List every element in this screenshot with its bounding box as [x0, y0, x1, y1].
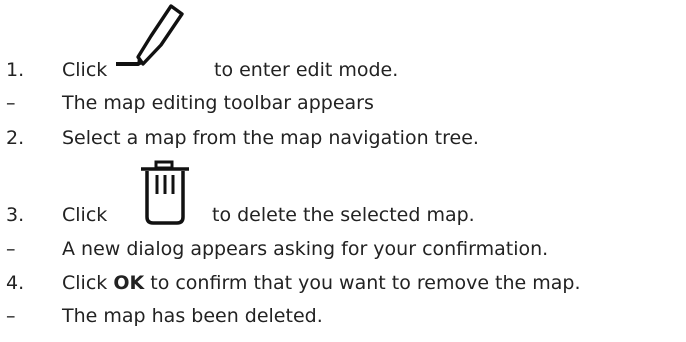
step-marker: –	[6, 92, 16, 114]
trash-bin-icon	[141, 160, 189, 225]
step-text-line: Click OK to confirm that you want to rem…	[62, 270, 581, 296]
step-text-before: Click	[62, 59, 108, 81]
step-number: 1.	[6, 59, 25, 81]
step-text: Select a map from the map navigation tre…	[62, 127, 479, 149]
step-number: 3.	[6, 204, 25, 226]
step-text: A new dialog appears asking for your con…	[62, 238, 549, 260]
step-text-before: Click	[62, 204, 108, 226]
step-number: 2.	[6, 127, 25, 149]
step-text-after: to delete the selected map.	[212, 204, 475, 226]
instruction-page: { "steps": [ {"marker": "1.", "before": …	[0, 0, 686, 342]
ok-label: OK	[113, 272, 145, 294]
step-text-before: Click	[62, 272, 108, 294]
step-number: 4.	[6, 272, 25, 294]
pencil-edit-icon	[116, 4, 184, 66]
step-text-after: to confirm that you want to remove the m…	[150, 272, 581, 294]
step-text-after: to enter edit mode.	[214, 59, 399, 81]
step-marker: –	[6, 238, 16, 260]
step-text: The map has been deleted.	[62, 305, 323, 327]
step-marker: –	[6, 305, 16, 327]
step-text: The map editing toolbar appears	[62, 92, 374, 114]
